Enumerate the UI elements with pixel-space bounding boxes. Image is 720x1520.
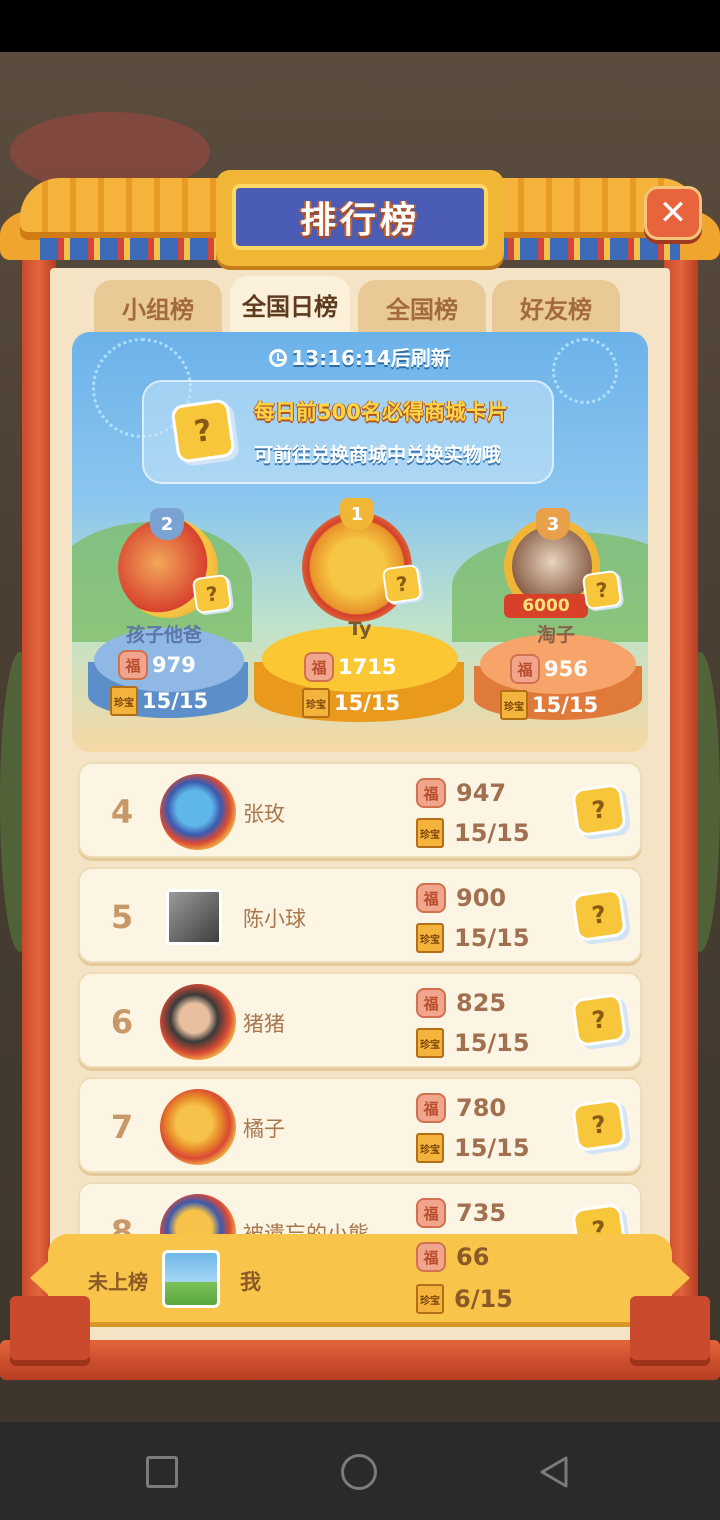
cards-row: 珍宝 15/15 (500, 690, 598, 720)
tab-friends[interactable]: 好友榜 (492, 280, 620, 334)
player-name: 猪猪 (243, 1012, 285, 1036)
frame-bottom-beam (0, 1340, 720, 1380)
mystery-card-icon: ? (191, 573, 233, 615)
book-icon: 珍宝 (416, 923, 444, 953)
book-icon: 珍宝 (500, 690, 528, 720)
recent-apps-button[interactable] (146, 1456, 178, 1488)
my-rank-bar[interactable]: 未上榜 我 福 66 珍宝 6/15 (48, 1234, 672, 1322)
player-name: 淘子 (536, 624, 575, 646)
home-button[interactable] (341, 1454, 377, 1490)
my-rank-label: 未上榜 (88, 1270, 148, 1294)
tab-bar: 小组榜 全国日榜 全国榜 好友榜 (94, 276, 624, 334)
my-score: 66 (456, 1243, 490, 1271)
rank-number: 4 (110, 793, 134, 831)
notice-title: 每日前500名必得商城卡片 (254, 400, 508, 424)
frame-base-right (630, 1296, 710, 1366)
list-item[interactable]: 6 猪猪 福 825 珍宝 15/15 ? (78, 972, 642, 1068)
title-plate: 排行榜 (216, 170, 504, 266)
avatar (166, 889, 222, 945)
close-button[interactable]: ✕ (644, 186, 702, 240)
my-cards: 6/15 (454, 1285, 513, 1313)
score-row: 福 1715 (304, 652, 396, 682)
mystery-card-icon: ? (570, 992, 628, 1048)
system-nav-bar (0, 1422, 720, 1520)
book-icon: 珍宝 (302, 688, 330, 718)
book-icon: 珍宝 (416, 1284, 444, 1314)
mystery-card-icon: ? (581, 569, 623, 611)
fu-icon: 福 (118, 650, 148, 680)
rank-number: 7 (110, 1108, 134, 1146)
cards-row: 珍宝 15/15 (110, 686, 208, 716)
back-icon (540, 1456, 568, 1488)
player-name: 陈小球 (243, 907, 306, 931)
rank-number: 6 (110, 1003, 134, 1041)
player-name: 橘子 (243, 1117, 285, 1141)
mystery-card-icon: ? (170, 398, 236, 464)
mystery-card-icon: ? (570, 782, 628, 838)
my-name: 我 (240, 1270, 261, 1294)
page-title: 排行榜 (299, 200, 420, 241)
fu-icon: 福 (416, 778, 446, 808)
fu-icon: 福 (510, 654, 540, 684)
fu-icon: 福 (304, 652, 334, 682)
clock-icon (269, 349, 288, 367)
fu-icon: 福 (416, 1198, 446, 1228)
rank-badge: 1 (340, 498, 374, 530)
list-item[interactable]: 7 橘子 福 780 珍宝 15/15 ? (78, 1077, 642, 1173)
avatar (160, 774, 236, 850)
list-item[interactable]: 5 陈小球 福 900 珍宝 15/15 ? (78, 867, 642, 963)
player-name: Ty (348, 618, 372, 640)
top-three-area: 13:16:14后刷新 ? 每日前500名必得商城卡片 可前往兑换商城中兑换实物… (72, 332, 648, 752)
rank-number: 5 (110, 898, 134, 936)
book-icon: 珍宝 (416, 1028, 444, 1058)
list-item[interactable]: 4 张玫 福 947 珍宝 15/15 ? (78, 762, 642, 858)
avatar (160, 984, 236, 1060)
refresh-timer: 13:16:14后刷新 (72, 342, 648, 371)
mystery-card-button[interactable]: ? (570, 887, 628, 943)
reward-notice: ? 每日前500名必得商城卡片 可前往兑换商城中兑换实物哦 (142, 380, 554, 484)
tab-national-daily[interactable]: 全国日榜 (230, 276, 350, 332)
player-name: 张玫 (243, 802, 285, 826)
fu-icon: 福 (416, 988, 446, 1018)
book-icon: 珍宝 (416, 818, 444, 848)
frame-base-left (10, 1296, 90, 1366)
rank-badge: 2 (150, 508, 184, 540)
player-name: 孩子他爸 (125, 624, 202, 646)
close-icon: ✕ (658, 193, 688, 233)
score-row: 福 979 (118, 650, 196, 680)
mystery-card-icon: ? (570, 1097, 628, 1153)
cards-row: 珍宝 15/15 (302, 688, 400, 718)
back-button[interactable] (536, 1454, 572, 1490)
avatar (160, 1089, 236, 1165)
fu-icon: 福 (416, 1242, 446, 1272)
avatar-frame-badge: 6000 (504, 594, 588, 618)
my-avatar (162, 1250, 220, 1308)
score-row: 福 956 (510, 654, 588, 684)
rank-badge: 3 (536, 508, 570, 540)
tab-national[interactable]: 全国榜 (358, 280, 486, 334)
mystery-card-button[interactable]: ? (570, 992, 628, 1048)
fu-icon: 福 (416, 883, 446, 913)
tab-group[interactable]: 小组榜 (94, 280, 222, 334)
mystery-card-button[interactable]: ? (570, 782, 628, 838)
status-bar (0, 0, 720, 52)
book-icon: 珍宝 (110, 686, 138, 716)
book-icon: 珍宝 (416, 1133, 444, 1163)
fu-icon: 福 (416, 1093, 446, 1123)
mystery-card-icon: ? (570, 887, 628, 943)
mystery-card-icon: ? (381, 563, 423, 605)
mystery-card-button[interactable]: ? (570, 1097, 628, 1153)
notice-subtitle: 可前往兑换商城中兑换实物哦 (254, 444, 502, 466)
